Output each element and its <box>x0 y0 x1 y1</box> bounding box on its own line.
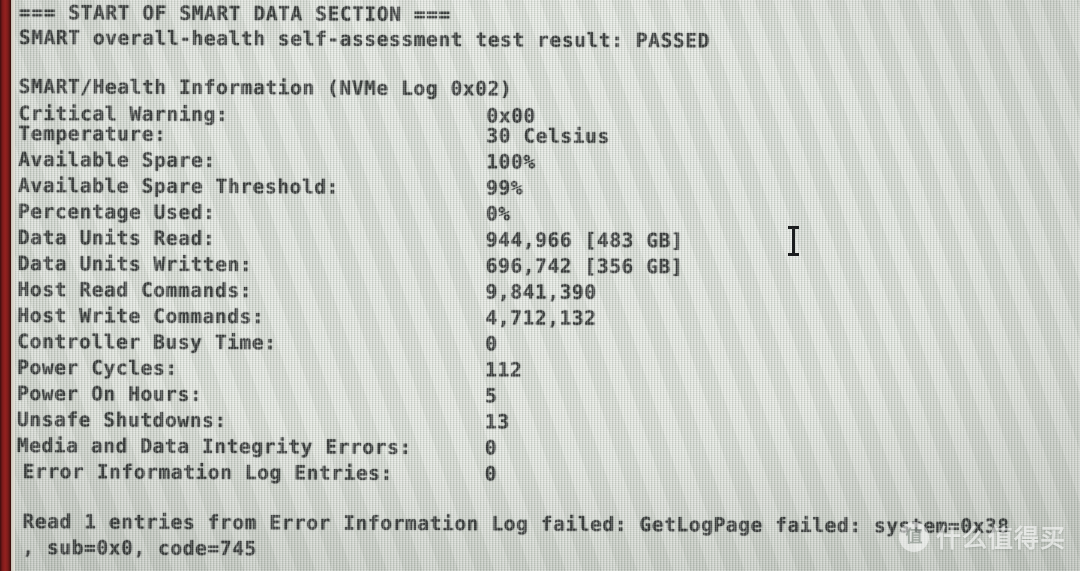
attr-label-host-write-commands: Host Write Commands: <box>17 304 265 329</box>
attr-value-media-data-integrity-errors: 0 <box>484 436 498 460</box>
attr-value-host-write-commands: 4,712,132 <box>485 306 597 330</box>
attr-label-available-spare: Available Spare: <box>18 148 216 173</box>
attr-value-available-spare: 100% <box>486 150 536 174</box>
terminal-header-line-1: === START OF SMART DATA SECTION === <box>18 1 451 27</box>
lcd-screen-surface: === START OF SMART DATA SECTION === SMAR… <box>11 0 1080 571</box>
terminal-footer-line-1: Read 1 entries from Error Information Lo… <box>22 510 1010 538</box>
smart-health-section-title: SMART/Health Information (NVMe Log 0x02) <box>18 75 513 101</box>
attr-label-power-cycles: Power Cycles: <box>17 356 178 380</box>
attr-value-percentage-used: 0% <box>485 202 511 226</box>
terminal-output: === START OF SMART DATA SECTION === SMAR… <box>11 0 1080 571</box>
attr-value-available-spare-threshold: 99% <box>486 176 524 200</box>
attr-label-media-data-integrity-errors: Media and Data Integrity Errors: <box>16 434 412 459</box>
terminal-footer-line-2: , sub=0x0, code=745 <box>22 536 257 561</box>
attr-label-host-read-commands: Host Read Commands: <box>17 278 253 303</box>
smart-data-photo: === START OF SMART DATA SECTION === SMAR… <box>0 0 1080 571</box>
ibeam-stem <box>792 229 795 253</box>
attr-value-temperature: 30 Celsius <box>486 124 610 148</box>
attr-value-power-on-hours: 5 <box>485 384 498 408</box>
text-ibeam-cursor-icon <box>788 226 799 256</box>
attr-label-controller-busy-time: Controller Busy Time: <box>17 330 277 355</box>
attr-value-host-read-commands: 9,841,390 <box>485 280 597 304</box>
attr-label-unsafe-shutdowns: Unsafe Shutdowns: <box>16 408 227 433</box>
attr-value-power-cycles: 112 <box>485 358 523 382</box>
attr-value-controller-busy-time: 0 <box>485 332 498 356</box>
attr-label-error-information-log-entries: Error Information Log Entries: <box>22 460 393 485</box>
attr-value-error-information-log-entries: 0 <box>484 462 498 486</box>
monitor-bezel-edge <box>0 0 15 571</box>
terminal-header-line-2: SMART overall-health self-assessment tes… <box>18 26 710 53</box>
attr-value-unsafe-shutdowns: 13 <box>484 410 510 434</box>
attr-label-available-spare-threshold: Available Spare Threshold: <box>18 174 339 199</box>
ibeam-bottom-bar <box>788 253 799 256</box>
attr-label-temperature: Temperature: <box>18 122 167 146</box>
attr-label-percentage-used: Percentage Used: <box>17 200 216 225</box>
attr-value-data-units-read: 944,966 [483 GB] <box>485 228 684 253</box>
attr-value-data-units-written: 696,742 [356 GB] <box>485 254 684 279</box>
attr-label-data-units-written: Data Units Written: <box>17 252 253 277</box>
attr-label-power-on-hours: Power On Hours: <box>17 382 203 406</box>
attr-label-data-units-read: Data Units Read: <box>17 226 216 251</box>
